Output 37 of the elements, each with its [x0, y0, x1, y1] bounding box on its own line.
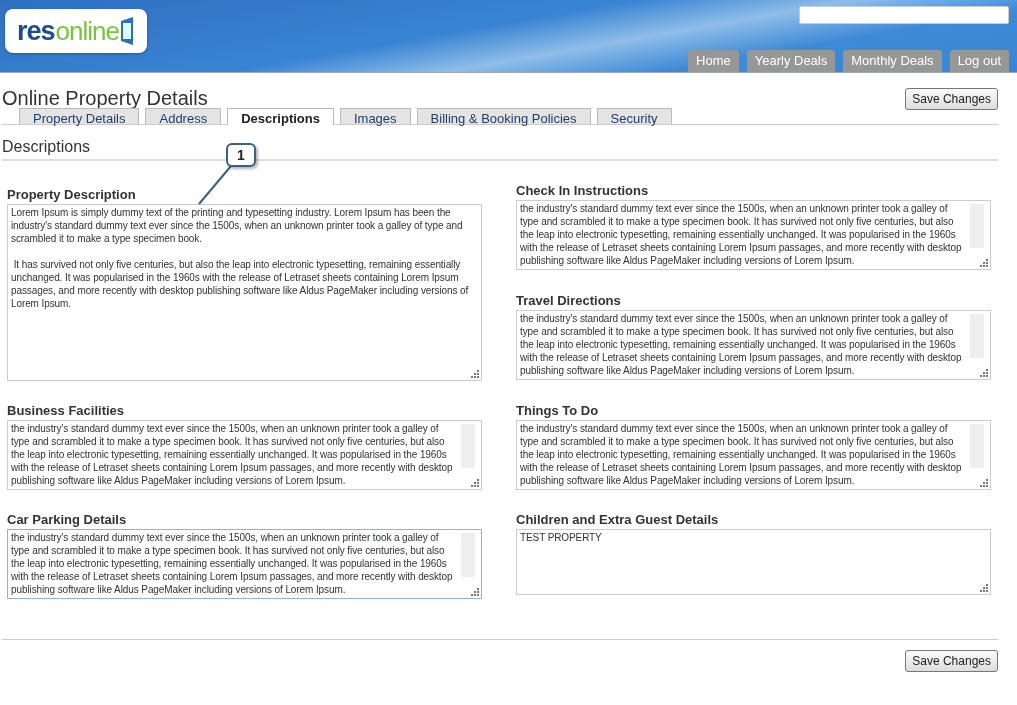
- text-area[interactable]: Lorem Ipsum is simply dummy text of the printing and typesetting industry. Lorem Ipsum has been the industry's standard dummy text ever since the 1500s, when an unknown printer took a galley of type and scrambled it to make a type specimen book. It has survived not only five centuries, but also the leap into electronic typesetting, remaining essentially unchanged. It was popularised in the 1960s with the release of Letraset sheets containing Lorem Ipsum passages, and more recently with desktop publishing software like Aldus PageMaker including versions of Lorem Ipsum.: [7, 204, 482, 381]
- resize-grip-icon[interactable]: [471, 479, 479, 487]
- tab[interactable]: Images: [339, 108, 411, 124]
- text-area[interactable]: the industry's standard dummy text ever since the 1500s, when an unknown printer took a galley of type and scrambled it to make a type specimen book. It has survived not only five centuries, but also the leap into electronic typesetting, remaining essentially unchanged. It was popularised in the 1960s with the release of Letraset sheets containing Lorem Ipsum passages, and more recently with desktop publishing software like Aldus PageMaker including versions of Lorem Ipsum.: [7, 420, 482, 490]
- text-area[interactable]: TEST PROPERTY: [516, 529, 991, 595]
- tab[interactable]: Security: [596, 108, 672, 124]
- tab[interactable]: Property Details: [19, 108, 140, 124]
- logo-text: online: [55, 15, 119, 47]
- tab[interactable]: Descriptions: [227, 108, 334, 125]
- field-label: Travel Directions: [516, 293, 622, 308]
- resize-grip-icon[interactable]: [980, 479, 988, 487]
- field-label: Children and Extra Guest Details: [516, 512, 720, 527]
- tab[interactable]: Billing & Booking Policies: [416, 108, 591, 124]
- text-area[interactable]: the industry's standard dummy text ever since the 1500s, when an unknown printer took a galley of type and scrambled it to make a type specimen book. It has survived not only five centuries, but also the leap into electronic typesetting, remaining essentially unchanged. It was popularised in the 1960s with the release of Letraset sheets containing Lorem Ipsum passages, and more recently with desktop publishing software like Aldus PageMaker including versions of Lorem Ipsum.: [7, 529, 482, 599]
- door-icon: [119, 17, 134, 45]
- text-area[interactable]: the industry's standard dummy text ever since the 1500s, when an unknown printer took a galley of type and scrambled it to make a type specimen book. It has survived not only five centuries, but also the leap into electronic typesetting, remaining essentially unchanged. It was popularised in the 1960s with the release of Letraset sheets containing Lorem Ipsum passages, and more recently with desktop publishing software like Aldus PageMaker including versions of Lorem Ipsum.: [516, 420, 991, 490]
- resize-grip-icon[interactable]: [980, 584, 988, 592]
- field-label: Things To Do: [516, 403, 600, 418]
- logo-text: res: [17, 15, 55, 47]
- logo[interactable]: resonline: [5, 9, 147, 53]
- field-label: Business Facilities: [7, 403, 126, 418]
- field-label: Check In Instructions: [516, 183, 650, 198]
- text-area[interactable]: the industry's standard dummy text ever since the 1500s, when an unknown printer took a galley of type and scrambled it to make a type specimen book. It has survived not only five centuries, but also the leap into electronic typesetting, remaining essentially unchanged. It was popularised in the 1960s with the release of Letraset sheets containing Lorem Ipsum passages, and more recently with desktop publishing software like Aldus PageMaker including versions of Lorem Ipsum.: [516, 310, 991, 380]
- resize-grip-icon[interactable]: [980, 369, 988, 377]
- resize-grip-icon[interactable]: [471, 588, 479, 596]
- field-label: Car Parking Details: [7, 512, 128, 527]
- leader-line: [198, 165, 232, 205]
- field-label: Property Description: [7, 187, 137, 202]
- text-area[interactable]: the industry's standard dummy text ever since the 1500s, when an unknown printer took a galley of type and scrambled it to make a type specimen book. It has survived not only five centuries, but also the leap into electronic typesetting, remaining essentially unchanged. It was popularised in the 1960s with the release of Letraset sheets containing Lorem Ipsum passages, and more recently with desktop publishing software like Aldus PageMaker including versions of Lorem Ipsum.: [516, 200, 991, 270]
- page-title: Online Property Details: [2, 87, 208, 110]
- callout-number: 1: [226, 143, 256, 167]
- save-button[interactable]: Save Changes: [905, 650, 998, 672]
- resize-grip-icon[interactable]: [471, 370, 479, 378]
- save-button[interactable]: Save Changes: [905, 88, 998, 110]
- search-field[interactable]: [799, 6, 1009, 24]
- resize-grip-icon[interactable]: [980, 259, 988, 267]
- tab[interactable]: Address: [145, 108, 222, 124]
